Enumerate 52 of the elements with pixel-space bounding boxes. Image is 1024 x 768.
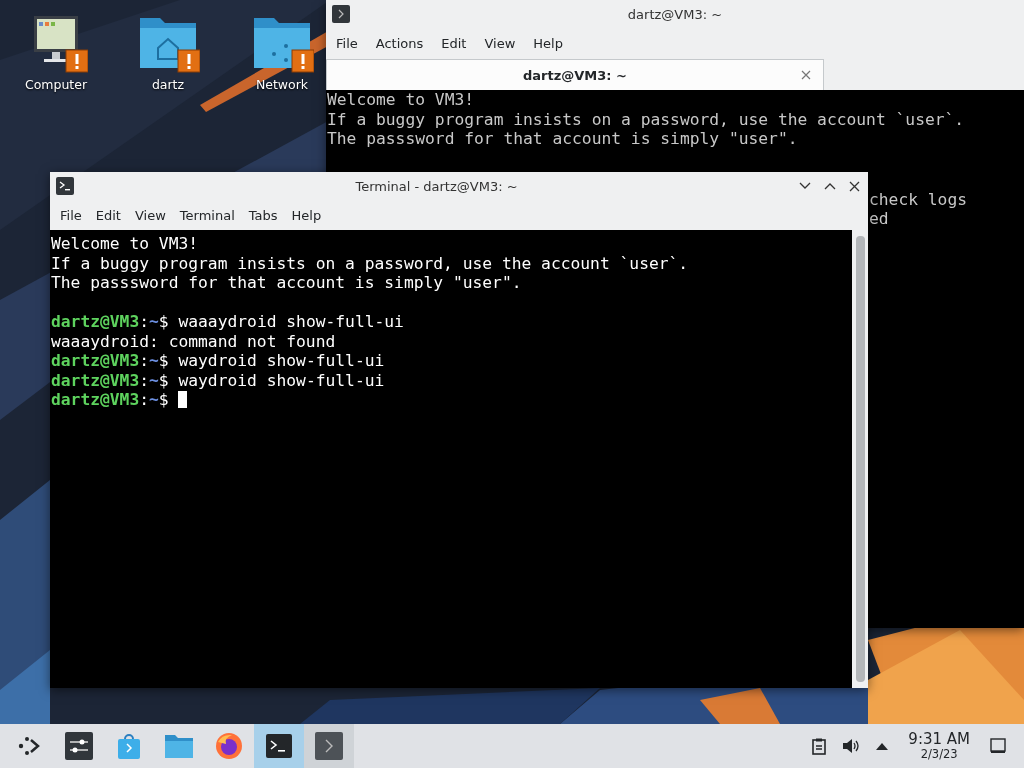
tab[interactable]: dartz@VM3: ~ <box>326 59 824 90</box>
desktop-icon-label[interactable]: Network <box>255 77 309 92</box>
desktop-icon-label[interactable]: dartz <box>151 77 185 92</box>
terminal-line: Welcome to VM3! <box>51 234 200 254</box>
terminal-icon[interactable] <box>56 177 74 195</box>
clock-time[interactable]: 9:31 AM <box>908 731 970 747</box>
show-desktop-icon[interactable] <box>990 738 1006 754</box>
terminal-line: dartz@VM3:~$ waydroid show-full-ui <box>51 351 385 370</box>
menu-item[interactable]: Tabs <box>241 203 285 227</box>
menu-item[interactable]: Edit <box>88 203 128 227</box>
terminal-line: If a buggy program insists on a password, use the account `user`. <box>51 253 690 273</box>
menu-item[interactable]: View <box>127 203 173 227</box>
taskbar-button[interactable] <box>254 724 304 768</box>
browser-icon <box>215 732 243 760</box>
terminal-line: If a buggy program insists on a password, use the account `user`. <box>327 109 966 129</box>
sliders-icon <box>65 732 93 760</box>
window-title: dartz@VM3: ~ <box>626 6 724 22</box>
close-icon[interactable] <box>849 180 860 192</box>
menu-item[interactable]: View <box>477 31 523 55</box>
terminal-line: dartz@VM3:~$ waaaydroid show-full-ui <box>51 312 404 331</box>
prompt-icon <box>315 732 343 760</box>
clipboard-icon[interactable] <box>812 737 827 755</box>
menu-item[interactable]: File <box>329 31 365 55</box>
speaker-icon[interactable] <box>842 738 861 754</box>
maximize-icon[interactable] <box>824 182 836 190</box>
menu-item[interactable]: Help <box>284 203 329 227</box>
terminal-line: dartz@VM3:~$ waydroid show-full-ui <box>51 370 385 390</box>
terminal-line: dartz@VM3:~$ <box>51 390 170 409</box>
launcher-icon <box>17 734 41 758</box>
terminal-line: ed <box>869 209 890 229</box>
computer-icon[interactable] <box>34 16 78 62</box>
expand-arrow-icon[interactable] <box>876 742 889 750</box>
terminal-line: Welcome to VM3! <box>327 90 476 110</box>
terminal-line: check logs <box>869 189 969 209</box>
menu-item[interactable]: Edit <box>434 31 474 55</box>
menu-item[interactable]: Help <box>526 31 570 55</box>
window-title: Terminal - dartz@VM3: ~ <box>354 178 519 194</box>
menu-item[interactable]: Actions <box>368 31 431 55</box>
terminal-icon <box>266 734 292 758</box>
minimize-icon[interactable] <box>799 182 811 190</box>
clock-date[interactable]: 2/3/23 <box>920 748 958 761</box>
menu-item[interactable]: Terminal <box>172 203 242 227</box>
prompt-icon[interactable] <box>332 5 350 23</box>
taskbar-button[interactable] <box>304 724 354 768</box>
menu-item[interactable]: File <box>53 203 89 227</box>
shopping-bag-icon <box>116 732 142 760</box>
terminal-line: waaaydroid: command not found <box>51 331 337 351</box>
scrollbar[interactable] <box>852 230 868 688</box>
desktop-icon-label[interactable]: Computer <box>24 77 88 92</box>
terminal-line: The passsword for that account is simply "user". <box>51 273 523 293</box>
terminal-line: The passsword for that account is simply "user". <box>327 129 799 149</box>
folder-icon <box>164 733 194 759</box>
